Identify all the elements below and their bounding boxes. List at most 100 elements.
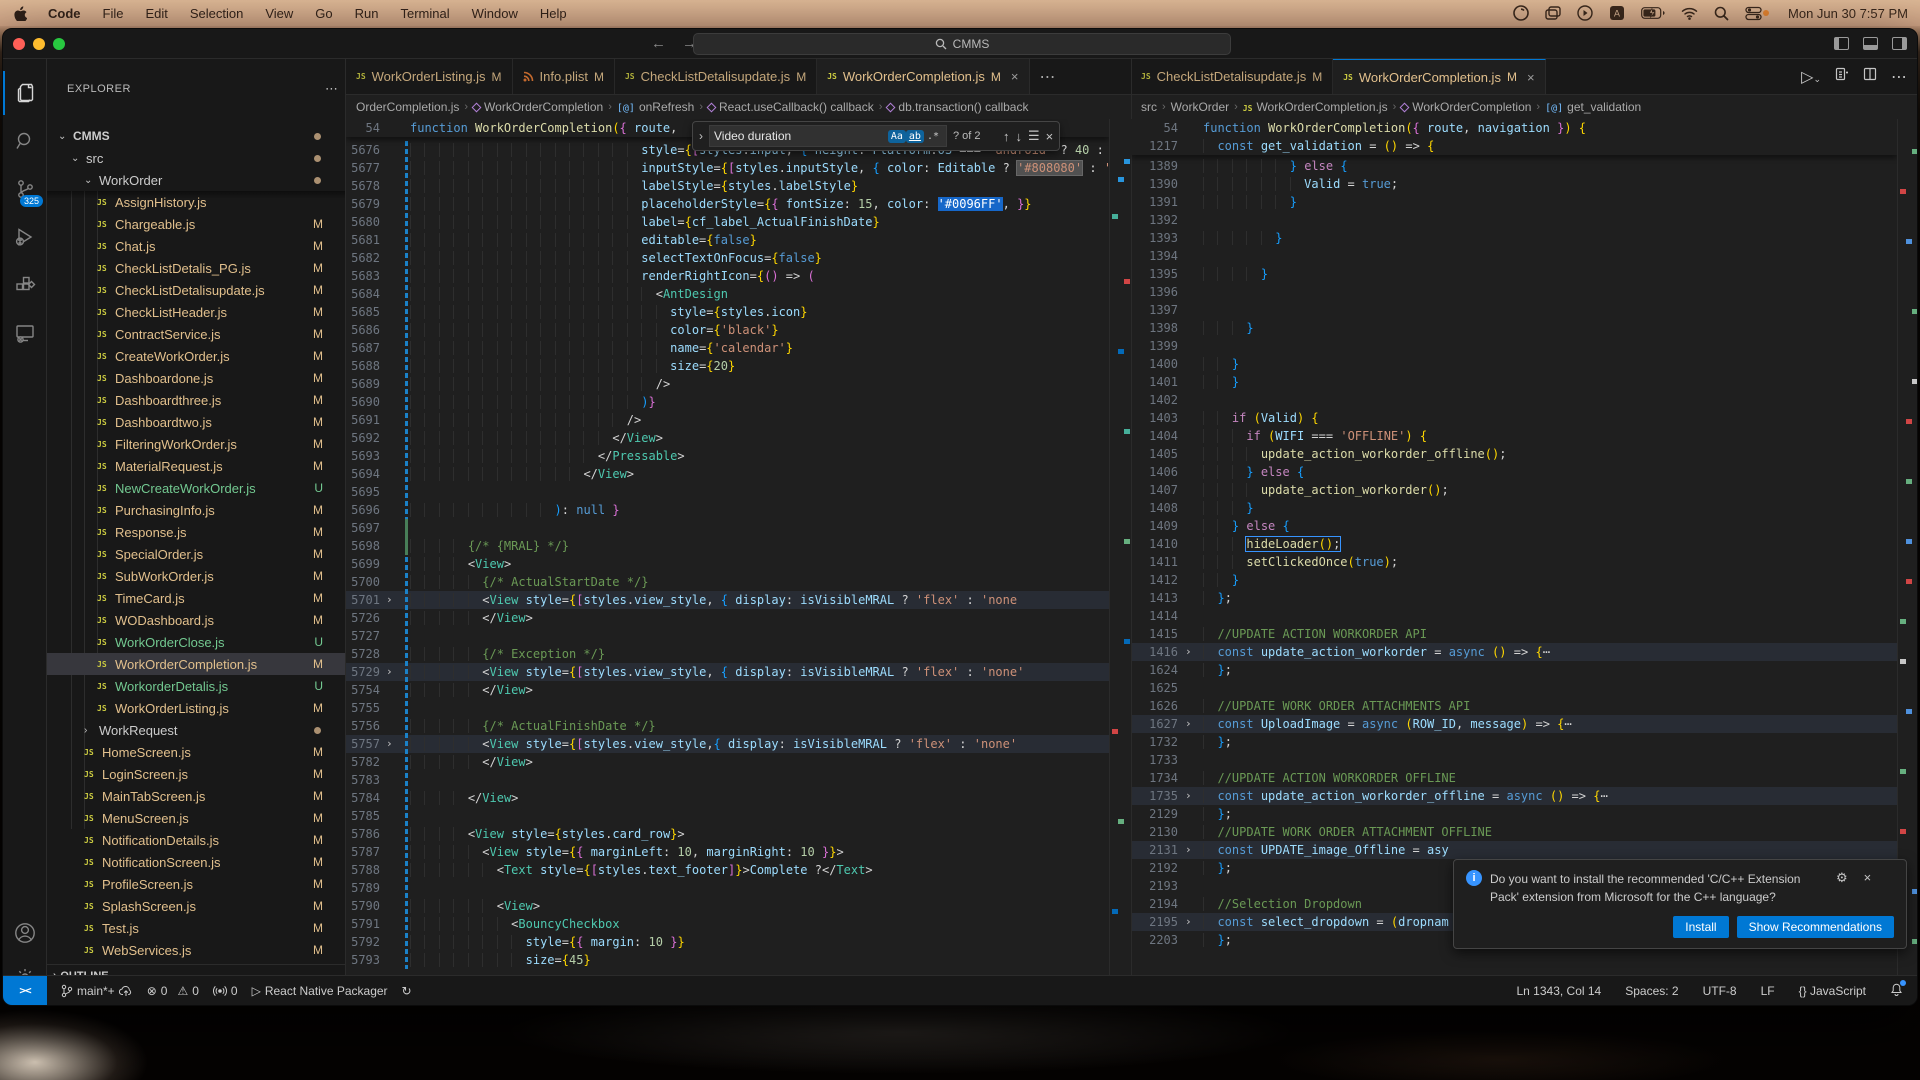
right-breadcrumb[interactable]: src›WorkOrder›JSWorkOrderCompletion.js›W… <box>1131 95 1918 119</box>
tree-file-SpecialOrder.js[interactable]: JSSpecialOrder.jsM <box>47 543 345 565</box>
branch-status[interactable]: main*+ <box>61 984 133 998</box>
tree-file-MainTabScreen.js[interactable]: JSMainTabScreen.jsM <box>47 785 345 807</box>
breadcrumb-item[interactable]: db.transaction() callback <box>887 100 1028 114</box>
command-center[interactable]: CMMS <box>693 33 1231 55</box>
breadcrumb-item[interactable]: WorkOrderCompletion <box>473 100 603 114</box>
accounts-icon[interactable] <box>3 911 47 955</box>
remote-explorer-activity-icon[interactable] <box>3 311 47 355</box>
close-tab-icon[interactable]: × <box>1527 70 1535 85</box>
left-editor[interactable]: 5676 style={[styles.input, { height: Pla… <box>346 119 1109 975</box>
nav-back-icon[interactable]: ← <box>651 35 666 52</box>
find-next-icon[interactable]: ↓ <box>1016 129 1023 144</box>
tab-WorkOrderCompletion.js[interactable]: JSWorkOrderCompletion.jsM× <box>1333 59 1545 94</box>
more-actions-icon[interactable]: ⋯ <box>1891 67 1907 87</box>
breadcrumb-item[interactable]: src <box>1141 100 1157 114</box>
task-status[interactable]: ▷ React Native Packager <box>252 984 388 998</box>
menu-item-window[interactable]: Window <box>461 6 529 21</box>
menu-item-selection[interactable]: Selection <box>179 6 254 21</box>
tree-file-WebServices.js[interactable]: JSWebServices.jsM <box>47 939 345 961</box>
tree-file-Response.js[interactable]: JSResponse.jsM <box>47 521 345 543</box>
sticky-line-1217[interactable]: 1217 const get_validation = () => { <box>1131 137 1897 155</box>
show-recommendations-button[interactable]: Show Recommendations <box>1737 916 1894 938</box>
tree-file-TimeCard.js[interactable]: JSTimeCard.jsM <box>47 587 345 609</box>
tree-folder-WorkRequest[interactable]: ›WorkRequest <box>47 719 345 741</box>
tree-file-CheckListHeader.js[interactable]: JSCheckListHeader.jsM <box>47 301 345 323</box>
problems-status[interactable]: ⊗0 ⚠0 <box>147 984 199 998</box>
spotlight-icon[interactable] <box>1714 6 1729 21</box>
split-editor-icon[interactable] <box>1863 67 1877 86</box>
breadcrumb-item[interactable]: [@]onRefresh <box>617 100 694 114</box>
tree-file-CheckListDetalis_PG.js[interactable]: JSCheckListDetalis_PG.jsM <box>47 257 345 279</box>
cursor-position[interactable]: Ln 1343, Col 14 <box>1517 984 1602 998</box>
tree-file-NotificationDetails.js[interactable]: JSNotificationDetails.jsM <box>47 829 345 851</box>
menu-item-edit[interactable]: Edit <box>134 6 178 21</box>
menu-item-terminal[interactable]: Terminal <box>390 6 461 21</box>
zoom-window-button[interactable] <box>53 38 65 50</box>
menu-item-run[interactable]: Run <box>344 6 390 21</box>
tree-file-SubWorkOrder.js[interactable]: JSSubWorkOrder.jsM <box>47 565 345 587</box>
notification-close-icon[interactable]: × <box>1864 870 1872 906</box>
tree-file-Dashboardthree.js[interactable]: JSDashboardthree.jsM <box>47 389 345 411</box>
menu-item-help[interactable]: Help <box>529 6 578 21</box>
remote-indicator[interactable]: >< <box>3 976 47 1006</box>
run-file-icon[interactable]: ▷⌄ <box>1801 67 1821 87</box>
menu-item-view[interactable]: View <box>254 6 304 21</box>
breadcrumb-item[interactable]: JSWorkOrderCompletion.js <box>1243 100 1388 114</box>
toggle-panel-icon[interactable] <box>1863 37 1878 50</box>
ports-status[interactable]: 0 <box>213 984 238 998</box>
find-previous-icon[interactable]: ↑ <box>1003 129 1010 144</box>
open-changes-icon[interactable] <box>1835 67 1849 86</box>
control-center-icon[interactable] <box>1745 6 1762 21</box>
tree-folder-src[interactable]: ⌄src <box>47 147 345 169</box>
tree-file-SplashScreen.js[interactable]: JSSplashScreen.jsM <box>47 895 345 917</box>
close-tab-icon[interactable]: × <box>1011 69 1019 84</box>
tab-Info.plist[interactable]: Info.plistM <box>513 59 615 94</box>
tree-file-NewCreateWorkOrder.js[interactable]: JSNewCreateWorkOrder.jsU <box>47 477 345 499</box>
breadcrumb-item[interactable]: WorkOrder <box>1171 100 1229 114</box>
breadcrumb-item[interactable]: OrderCompletion.js <box>356 100 459 114</box>
tree-folder-CMMS[interactable]: ⌄CMMS <box>47 125 345 147</box>
tree-file-Dashboardtwo.js[interactable]: JSDashboardtwo.jsM <box>47 411 345 433</box>
tree-file-FilteringWorkOrder.js[interactable]: JSFilteringWorkOrder.jsM <box>47 433 345 455</box>
tree-file-PurchasingInfo.js[interactable]: JSPurchasingInfo.jsM <box>47 499 345 521</box>
explorer-activity-icon[interactable] <box>3 71 47 115</box>
tree-file-WorkOrderListing.js[interactable]: JSWorkOrderListing.jsM <box>47 697 345 719</box>
notification-bell-icon[interactable] <box>1890 982 1903 999</box>
close-find-icon[interactable]: × <box>1046 129 1054 144</box>
language-mode[interactable]: {} JavaScript <box>1799 984 1866 998</box>
tree-file-MenuScreen.js[interactable]: JSMenuScreen.jsM <box>47 807 345 829</box>
breadcrumb-item[interactable]: React.useCallback() callback <box>708 100 874 114</box>
sticky-line-54[interactable]: 54function WorkOrderCompletion({ route, … <box>1131 119 1897 137</box>
tree-file-Dashboardone.js[interactable]: JSDashboardone.jsM <box>47 367 345 389</box>
tree-file-ContractService.js[interactable]: JSContractService.jsM <box>47 323 345 345</box>
tree-file-WorkorderDetalis.js[interactable]: JSWorkorderDetalis.jsU <box>47 675 345 697</box>
input-source-icon[interactable]: A <box>1609 5 1625 21</box>
tree-file-NotificationScreen.js[interactable]: JSNotificationScreen.jsM <box>47 851 345 873</box>
find-in-selection-icon[interactable]: ☰ <box>1028 128 1040 144</box>
right-overview-ruler[interactable] <box>1897 119 1918 975</box>
stacked-windows-icon[interactable] <box>1545 6 1561 20</box>
tree-folder-WorkOrder[interactable]: ⌄WorkOrder <box>47 169 345 191</box>
menu-item-go[interactable]: Go <box>304 6 343 21</box>
encoding[interactable]: UTF-8 <box>1703 984 1737 998</box>
play-circle-icon[interactable] <box>1577 5 1593 21</box>
regex-toggle[interactable]: .* <box>924 130 942 143</box>
run-debug-activity-icon[interactable] <box>3 215 47 259</box>
tab-CheckListDetalisupdate.js[interactable]: JSCheckListDetalisupdate.jsM <box>615 59 817 94</box>
whole-word-toggle[interactable]: ab <box>906 130 924 143</box>
right-editor[interactable]: 1389 } else {1390 Valid = true;1391 }139… <box>1131 119 1897 975</box>
install-button[interactable]: Install <box>1673 916 1728 938</box>
match-case-toggle[interactable]: Aa <box>888 130 906 143</box>
sidebar-more-actions-icon[interactable]: ⋯ <box>325 81 338 97</box>
tree-file-HomeScreen.js[interactable]: JSHomeScreen.jsM <box>47 741 345 763</box>
indentation[interactable]: Spaces: 2 <box>1625 984 1678 998</box>
notification-settings-gear-icon[interactable]: ⚙ <box>1836 870 1848 906</box>
battery-icon[interactable] <box>1641 7 1665 19</box>
tree-file-LoginScreen.js[interactable]: JSLoginScreen.jsM <box>47 763 345 785</box>
tab-WorkOrderCompletion.js[interactable]: JSWorkOrderCompletion.jsM× <box>817 59 1029 94</box>
grammarly-icon[interactable] <box>1513 5 1529 21</box>
find-input[interactable]: Video duration Aa ab .* <box>709 125 947 147</box>
tree-file-Chargeable.js[interactable]: JSChargeable.jsM <box>47 213 345 235</box>
tab-overflow-icon[interactable]: ⋯ <box>1030 59 1066 94</box>
sync-icon[interactable]: ↻ <box>402 984 412 998</box>
